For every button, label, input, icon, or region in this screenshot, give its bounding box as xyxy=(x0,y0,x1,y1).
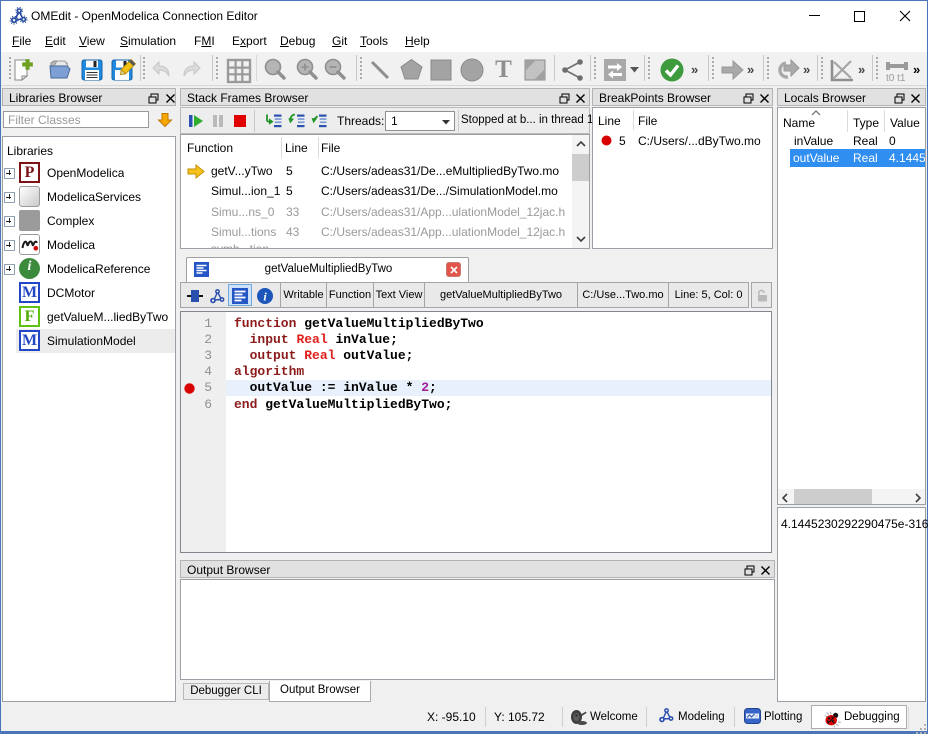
svg-text:t0 t1: t0 t1 xyxy=(886,73,906,84)
